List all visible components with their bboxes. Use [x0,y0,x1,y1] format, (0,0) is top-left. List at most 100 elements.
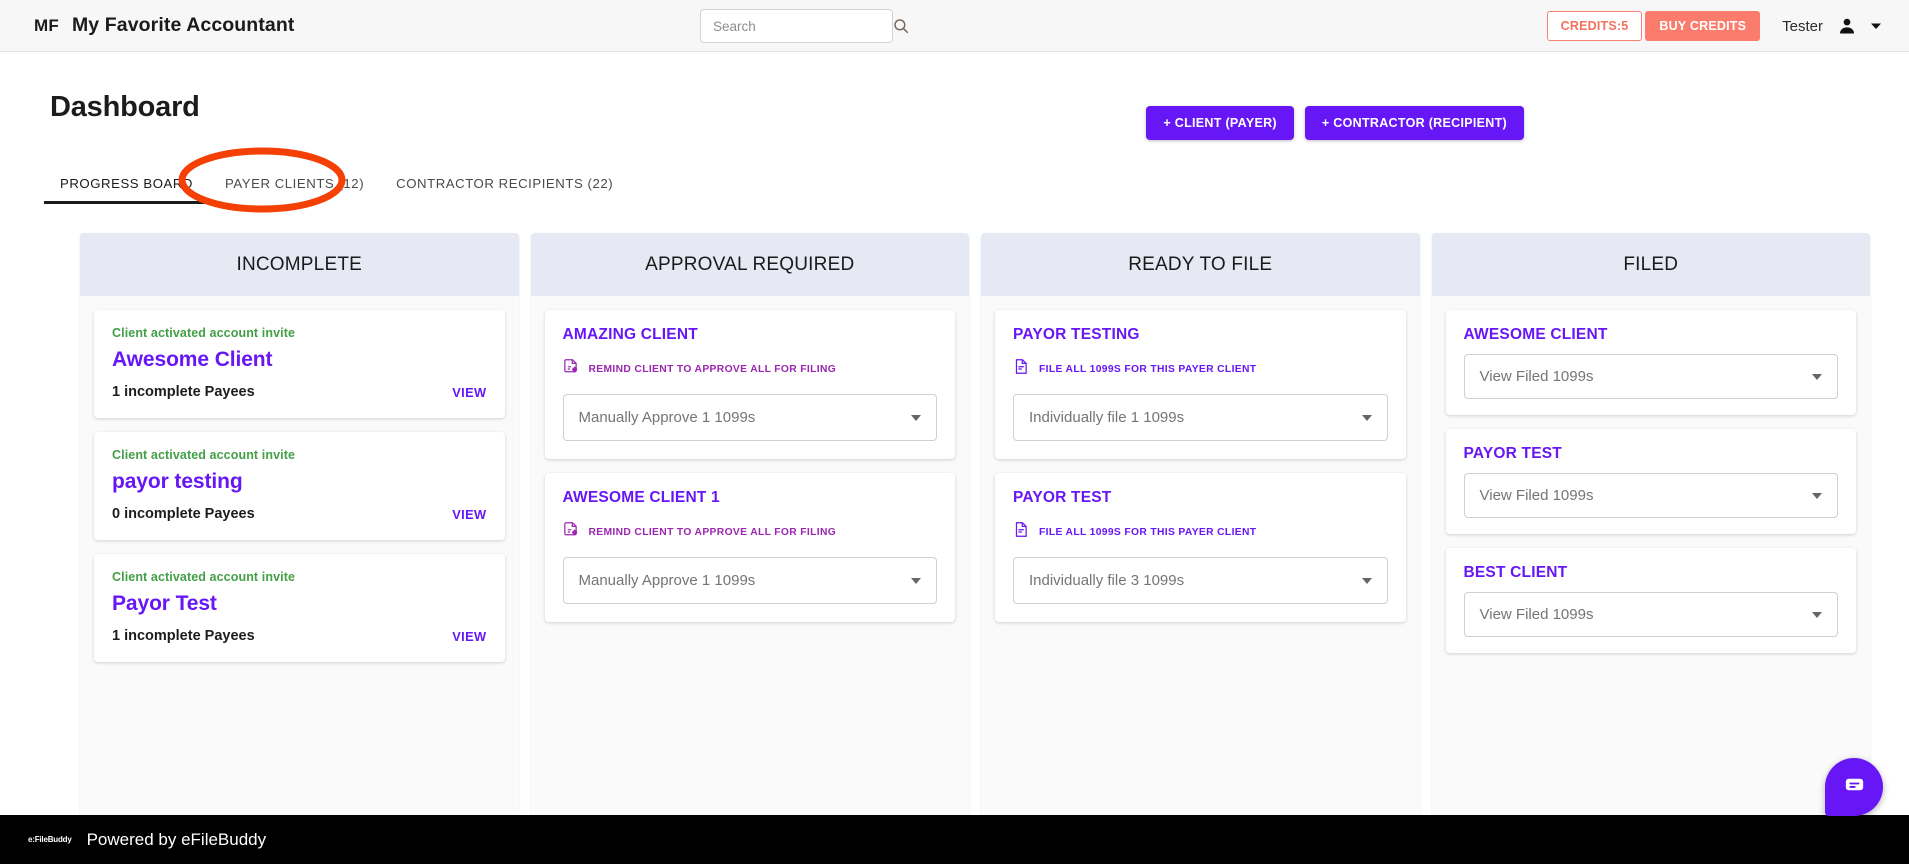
user-avatar-icon[interactable] [1837,16,1857,36]
column-header-approval-required: APPROVAL REQUIRED [530,233,969,296]
view-filed-1099s-select[interactable]: View Filed 1099s [1463,354,1838,399]
search-input[interactable] [711,17,892,35]
tab-contractor-recipients[interactable]: CONTRACTOR RECIPIENTS (22) [380,166,629,204]
card-footer: 0 incomplete Payees VIEW [112,506,487,522]
file-all-1099s-action[interactable]: FILE ALL 1099S FOR THIS PAYER CLIENT [1013,521,1388,543]
chat-bubble-icon [1842,772,1867,802]
remind-client-action[interactable]: REMIND CLIENT TO APPROVE ALL FOR FILING [563,521,938,543]
document-edit-icon [563,521,580,543]
credits-badge[interactable]: CREDITS:5 [1546,11,1643,41]
remind-client-label: REMIND CLIENT TO APPROVE ALL FOR FILING [588,363,837,375]
user-name-label: Tester [1782,17,1823,35]
tab-progress-board[interactable]: PROGRESS BOARD [44,166,210,204]
card-payee-count: 0 incomplete Payees [112,506,255,522]
select-value: Individually file 1 1099s [1029,409,1185,426]
approve-1099s-select[interactable]: Manually Approve 1 1099s [562,557,937,604]
board-column-ready-to-file: READY TO FILE PAYOR TESTING FILE ALL 109… [981,233,1420,864]
card-view-link[interactable]: VIEW [452,629,486,644]
view-filed-1099s-select[interactable]: View Filed 1099s [1463,592,1838,637]
chevron-down-icon [1812,373,1822,380]
search-box[interactable] [700,9,909,43]
individually-file-select[interactable]: Individually file 1 1099s [1013,394,1388,441]
client-card[interactable]: Client activated account invite Payor Te… [94,554,505,662]
progress-board: INCOMPLETE Client activated account invi… [80,233,1870,864]
card-view-link[interactable]: VIEW [452,507,486,522]
select-value: Individually file 3 1099s [1029,572,1185,589]
ready-to-file-card[interactable]: PAYOR TEST FILE ALL 1099S FOR THIS PAYER… [995,473,1406,622]
remind-client-action[interactable]: REMIND CLIENT TO APPROVE ALL FOR FILING [563,358,938,380]
filed-card[interactable]: PAYOR TEST View Filed 1099s [1445,429,1856,534]
approval-card[interactable]: AWESOME CLIENT 1 REMIND CLIENT TO APPROV… [544,473,955,622]
board-column-incomplete: INCOMPLETE Client activated account invi… [80,233,519,864]
app-root: MF My Favorite Accountant CREDITS:5 BUY … [0,0,1909,864]
column-body-ready-to-file: PAYOR TESTING FILE ALL 1099S FOR THIS PA… [981,296,1420,864]
board-column-approval-required: APPROVAL REQUIRED AMAZING CLIENT REMIND … [530,233,970,864]
ready-to-file-card[interactable]: PAYOR TESTING FILE ALL 1099S FOR THIS PA… [995,310,1406,459]
card-status-label: Client activated account invite [112,570,296,584]
file-all-1099s-label: FILE ALL 1099S FOR THIS PAYER CLIENT [1039,526,1257,538]
chevron-down-icon [1812,492,1822,499]
card-client-name-link[interactable]: AWESOME CLIENT [1464,326,1839,344]
view-filed-1099s-select[interactable]: View Filed 1099s [1463,473,1838,518]
card-client-name-link[interactable]: PAYOR TESTING [1013,326,1388,344]
chat-widget-button[interactable] [1825,758,1883,816]
top-navigation-bar: MF My Favorite Accountant CREDITS:5 BUY … [0,0,1909,52]
chevron-down-icon[interactable] [1869,19,1883,33]
add-client-payer-button[interactable]: + CLIENT (PAYER) [1146,106,1294,140]
page-footer: e:FileBuddy Powered by eFileBuddy [0,815,1909,864]
tab-payer-clients[interactable]: PAYER CLIENTS (12) [209,166,380,204]
brand[interactable]: MF My Favorite Accountant [34,14,294,37]
add-contractor-recipient-button[interactable]: + CONTRACTOR (RECIPIENT) [1304,106,1524,140]
client-card[interactable]: Client activated account invite Awesome … [94,310,505,418]
column-body-incomplete: Client activated account invite Awesome … [80,296,519,864]
filed-card[interactable]: AWESOME CLIENT View Filed 1099s [1445,310,1856,415]
column-header-ready-to-file: READY TO FILE [981,233,1420,296]
board-column-filed: FILED AWESOME CLIENT View Filed 1099s PA… [1431,233,1871,864]
card-status-label: Client activated account invite [112,326,296,340]
select-value: Manually Approve 1 1099s [578,572,756,589]
search-icon[interactable] [892,17,910,35]
approval-card[interactable]: AMAZING CLIENT REMIND CLIENT TO APPROVE … [544,310,955,459]
card-footer: 1 incomplete Payees VIEW [112,628,487,644]
column-body-filed: AWESOME CLIENT View Filed 1099s PAYOR TE… [1432,296,1871,864]
card-client-name-link[interactable]: AMAZING CLIENT [563,326,938,344]
top-bar-right-cluster: CREDITS:5 BUY CREDITS Tester [1546,0,1883,52]
client-card[interactable]: Client activated account invite payor te… [94,432,505,540]
approve-1099s-select[interactable]: Manually Approve 1 1099s [562,394,937,441]
card-status-label: Client activated account invite [112,448,296,462]
efilebuddy-logo: e:FileBuddy [28,835,72,844]
card-client-name-link[interactable]: Payor Test [112,592,487,616]
card-footer: 1 incomplete Payees VIEW [112,384,487,400]
buy-credits-button[interactable]: BUY CREDITS [1645,11,1761,41]
chevron-down-icon [1361,577,1372,584]
chevron-down-icon [1361,414,1372,421]
card-client-name-link[interactable]: Awesome Client [112,348,487,372]
dashboard-tabs: PROGRESS BOARD PAYER CLIENTS (12) CONTRA… [44,166,629,204]
chevron-down-icon [911,577,921,584]
brand-logo-initials: MF [34,16,59,35]
file-all-1099s-label: FILE ALL 1099S FOR THIS PAYER CLIENT [1039,363,1257,375]
individually-file-select[interactable]: Individually file 3 1099s [1013,557,1388,604]
card-view-link[interactable]: VIEW [452,385,486,400]
card-payee-count: 1 incomplete Payees [112,628,255,644]
column-body-approval-required: AMAZING CLIENT REMIND CLIENT TO APPROVE … [531,296,970,864]
filed-card[interactable]: BEST CLIENT View Filed 1099s [1445,548,1856,653]
card-payee-count: 1 incomplete Payees [112,384,255,400]
card-client-name-link[interactable]: AWESOME CLIENT 1 [563,489,938,507]
page-header-actions: + CLIENT (PAYER) + CONTRACTOR (RECIPIENT… [1146,106,1524,140]
brand-title: My Favorite Accountant [71,14,295,36]
column-header-filed: FILED [1431,233,1870,296]
card-client-name-link[interactable]: payor testing [112,470,487,494]
select-value: View Filed 1099s [1479,606,1594,623]
card-client-name-link[interactable]: BEST CLIENT [1464,564,1839,582]
page-title: Dashboard [50,91,200,123]
remind-client-label: REMIND CLIENT TO APPROVE ALL FOR FILING [588,526,837,538]
select-value: View Filed 1099s [1479,487,1594,504]
card-client-name-link[interactable]: PAYOR TEST [1013,489,1388,507]
column-header-incomplete: INCOMPLETE [80,233,519,296]
file-all-1099s-action[interactable]: FILE ALL 1099S FOR THIS PAYER CLIENT [1013,358,1388,380]
chevron-down-icon [911,414,921,421]
footer-powered-by-text: Powered by eFileBuddy [86,829,267,849]
document-edit-icon [563,358,580,380]
card-client-name-link[interactable]: PAYOR TEST [1464,445,1839,463]
